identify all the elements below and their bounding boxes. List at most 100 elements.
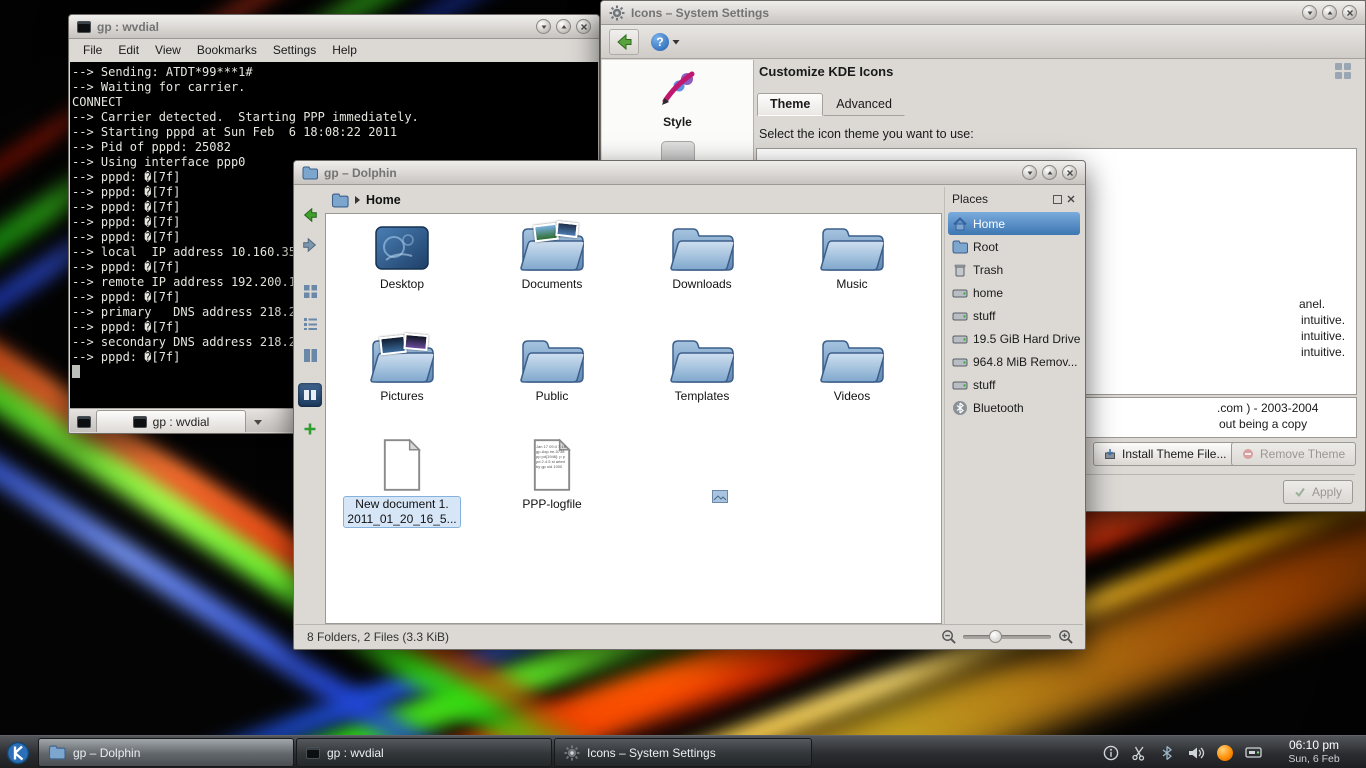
places-item-home-device[interactable]: home <box>948 281 1080 304</box>
folder-public[interactable]: Public <box>482 334 622 403</box>
dolphin-titlebar[interactable]: gp – Dolphin <box>294 161 1085 185</box>
settings-toolbar: ? <box>601 25 1365 59</box>
status-text: 8 Folders, 2 Files (3.3 KiB) <box>307 630 449 644</box>
terminal-tab-label: gp : wvdial <box>153 415 210 429</box>
file-ppp-logfile[interactable]: Jan 17 09:4 7:18 gp-Asp ire-5738 pp pd[1… <box>482 438 622 511</box>
places-label: Bluetooth <box>973 401 1024 415</box>
update-notifier-icon[interactable] <box>1217 745 1233 761</box>
terminal-line: --> Waiting for carrier. <box>72 80 596 95</box>
breadcrumb-root-icon[interactable] <box>331 193 349 208</box>
zoom-in-icon[interactable] <box>1058 629 1073 644</box>
menu-edit[interactable]: Edit <box>110 41 147 59</box>
folder-downloads[interactable]: Downloads <box>632 222 772 291</box>
tab-advanced[interactable]: Advanced <box>823 93 905 116</box>
maximize-button[interactable] <box>1322 5 1337 20</box>
back-arrow-icon <box>301 206 319 224</box>
kickoff-launcher-button[interactable] <box>3 739 33 766</box>
menu-bookmarks[interactable]: Bookmarks <box>189 41 265 59</box>
help-button[interactable]: ? <box>651 33 680 51</box>
close-panel-button[interactable] <box>1064 193 1078 205</box>
places-label: Root <box>973 240 998 254</box>
places-item-home[interactable]: Home <box>948 212 1080 235</box>
zoom-slider-handle[interactable] <box>989 630 1002 643</box>
drive-icon <box>952 377 968 393</box>
folder-documents[interactable]: Documents <box>482 222 622 291</box>
install-theme-label: Install Theme File... <box>1122 447 1226 461</box>
places-item-bluetooth[interactable]: Bluetooth <box>948 396 1080 419</box>
breadcrumb: Home <box>325 187 685 213</box>
folder-videos[interactable]: Videos <box>782 334 922 403</box>
desktop: gp : wvdial File Edit View Bookmarks Set… <box>0 0 1366 768</box>
taskbar-task-systemsettings[interactable]: Icons – System Settings <box>554 738 812 767</box>
sidebar-item-label: Style <box>602 115 753 129</box>
terminal-titlebar[interactable]: gp : wvdial <box>69 15 599 39</box>
breadcrumb-home[interactable]: Home <box>366 193 401 207</box>
menu-view[interactable]: View <box>147 41 189 59</box>
folder-music[interactable]: Music <box>782 222 922 291</box>
apply-button[interactable]: Apply <box>1283 480 1353 504</box>
folder-templates[interactable]: Templates <box>632 334 772 403</box>
menu-file[interactable]: File <box>75 41 110 59</box>
maximize-button[interactable] <box>1042 165 1057 180</box>
icons-view-button[interactable] <box>298 279 322 303</box>
volume-icon[interactable] <box>1187 745 1205 761</box>
chevron-down-icon <box>672 39 680 45</box>
tab-theme[interactable]: Theme <box>757 93 823 116</box>
folder-desktop[interactable]: Desktop <box>332 222 472 291</box>
forward-button[interactable] <box>298 233 322 257</box>
folder-pictures[interactable]: Pictures <box>332 334 472 403</box>
back-arrow-icon <box>614 32 634 52</box>
columns-view-icon <box>303 348 318 363</box>
back-button[interactable] <box>609 29 639 55</box>
columns-view-button[interactable] <box>298 343 322 367</box>
sidebar-item-style[interactable]: Style <box>602 68 753 129</box>
desktop-folder-icon <box>370 222 434 274</box>
notifications-icon[interactable] <box>1103 745 1119 761</box>
device-notifier-icon[interactable] <box>1245 745 1262 760</box>
removable-drive-icon <box>952 354 968 370</box>
settings-app-icon <box>609 5 625 21</box>
new-tab-button[interactable] <box>72 411 96 432</box>
terminal-title: gp : wvdial <box>97 20 159 34</box>
tab-list-button[interactable] <box>246 411 270 432</box>
taskbar-task-dolphin[interactable]: gp – Dolphin <box>38 738 294 767</box>
close-button[interactable] <box>1062 165 1077 180</box>
maximize-button[interactable] <box>556 19 571 34</box>
close-button[interactable] <box>576 19 591 34</box>
menu-settings[interactable]: Settings <box>265 41 324 59</box>
menu-help[interactable]: Help <box>324 41 365 59</box>
zoom-out-icon[interactable] <box>941 629 956 644</box>
minimize-button[interactable] <box>1302 5 1317 20</box>
minimize-button[interactable] <box>536 19 551 34</box>
file-new-document[interactable]: New document 1. 2011_01_20_16_5... <box>332 438 472 528</box>
places-label: 19.5 GiB Hard Drive <box>973 332 1080 346</box>
dolphin-file-view[interactable]: Desktop Documents Downloads Music <box>325 213 942 624</box>
split-view-button[interactable] <box>298 383 322 407</box>
pictures-folder-icon <box>370 334 434 386</box>
places-item-removable[interactable]: 964.8 MiB Remov... <box>948 350 1080 373</box>
taskbar-task-wvdial[interactable]: gp : wvdial <box>296 738 552 767</box>
bluetooth-tray-icon[interactable] <box>1159 745 1175 761</box>
zoom-slider[interactable] <box>963 635 1051 639</box>
places-item-trash[interactable]: Trash <box>948 258 1080 281</box>
minimize-button[interactable] <box>1022 165 1037 180</box>
klipper-scissors-icon[interactable] <box>1131 745 1147 761</box>
places-item-hard-drive[interactable]: 19.5 GiB Hard Drive <box>948 327 1080 350</box>
close-button[interactable] <box>1342 5 1357 20</box>
places-item-root[interactable]: Root <box>948 235 1080 258</box>
remove-theme-button[interactable]: Remove Theme <box>1231 442 1356 466</box>
add-button[interactable] <box>298 417 322 441</box>
task-label: gp – Dolphin <box>73 746 140 760</box>
terminal-tab[interactable]: gp : wvdial <box>96 410 246 432</box>
float-panel-button[interactable] <box>1050 193 1064 205</box>
places-item-stuff[interactable]: stuff <box>948 304 1080 327</box>
install-theme-button[interactable]: Install Theme File... <box>1093 442 1237 466</box>
details-view-button[interactable] <box>298 311 322 335</box>
clock[interactable]: 06:10 pm Sun, 6 Feb <box>1270 738 1358 765</box>
settings-heading: Customize KDE Icons <box>759 64 893 79</box>
places-item-stuff2[interactable]: stuff <box>948 373 1080 396</box>
back-button[interactable] <box>298 203 322 227</box>
settings-titlebar[interactable]: Icons – System Settings <box>601 1 1365 25</box>
terminal-line: --> Starting pppd at Sun Feb 6 18:08:22 … <box>72 125 596 140</box>
icon-view-grid-button[interactable] <box>1335 63 1351 79</box>
